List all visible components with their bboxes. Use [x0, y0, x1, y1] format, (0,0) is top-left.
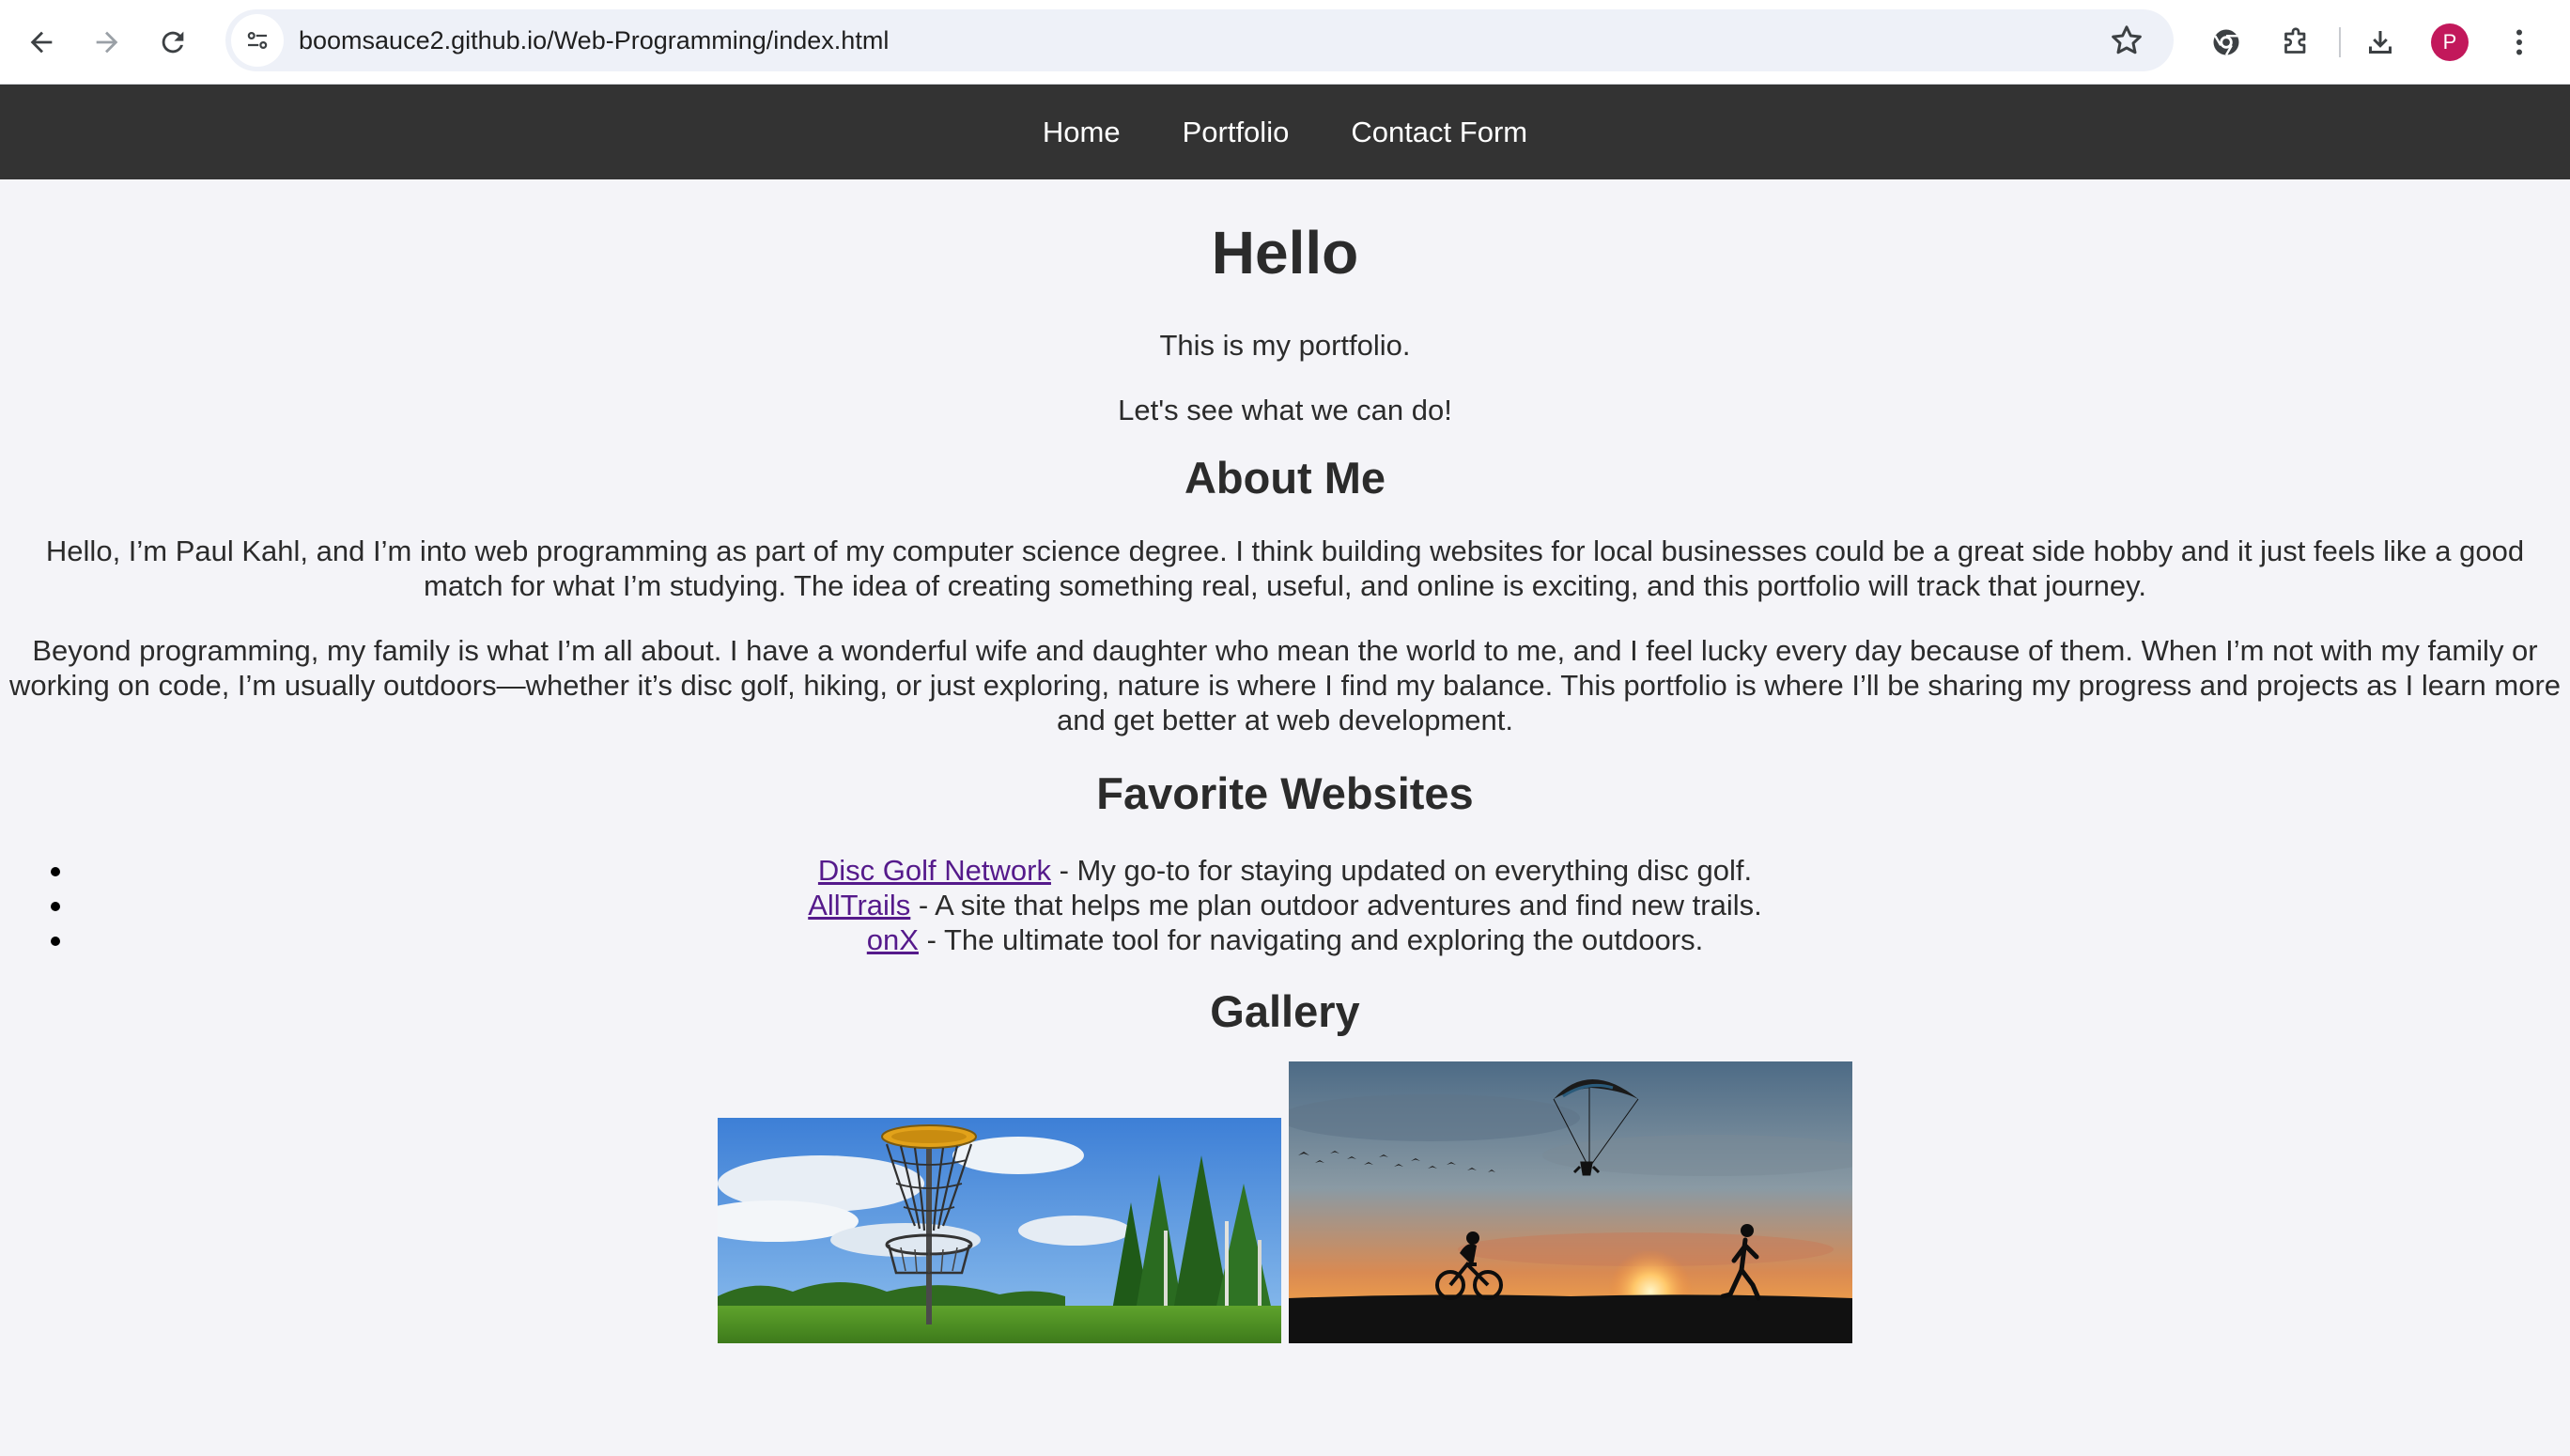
site-nav-bar: Home Portfolio Contact Form: [0, 85, 2570, 179]
profile-avatar: P: [2431, 23, 2469, 61]
list-item: Disc Golf Network - My go-to for staying…: [0, 853, 2570, 888]
back-icon: [30, 31, 53, 53]
list-item-desc: - The ultimate tool for navigating and e…: [918, 922, 1704, 956]
download-icon: [2369, 31, 2392, 54]
gallery: [0, 1061, 2570, 1343]
link-alltrails[interactable]: AllTrails: [808, 889, 910, 922]
forward-icon: [96, 31, 118, 53]
about-paragraph-2: Beyond programming, my family is what I’…: [8, 634, 2562, 737]
page-title: Hello: [1211, 219, 1359, 287]
disc-golf-basket-photo: [718, 1117, 1281, 1343]
link-disc-golf-network[interactable]: Disc Golf Network: [818, 854, 1051, 887]
url-text[interactable]: boomsauce2.github.io/Web-Programming/ind…: [299, 26, 889, 55]
chrome-labs-icon: [2213, 29, 2239, 56]
extensions-icon: [2284, 27, 2306, 54]
toolbar-separator: [2339, 27, 2341, 57]
back-button[interactable]: [13, 14, 70, 70]
forward-button[interactable]: [79, 14, 135, 70]
about-heading: About Me: [1184, 452, 1386, 503]
page-content: Hello This is my portfolio. Let's see wh…: [0, 179, 2570, 1343]
about-paragraph-1: Hello, I’m Paul Kahl, and I’m into web p…: [45, 534, 2525, 603]
nav-link-home[interactable]: Home: [1043, 116, 1121, 149]
list-item: AllTrails - A site that helps me plan ou…: [0, 888, 2570, 922]
favorites-heading: Favorite Websites: [1096, 768, 1474, 819]
menu-kebab-icon: [2516, 29, 2522, 55]
chrome-labs-button[interactable]: [2198, 14, 2254, 70]
intro-line-2: Let's see what we can do!: [1118, 393, 1452, 426]
list-item: onX - The ultimate tool for navigating a…: [0, 922, 2570, 957]
site-info-icon: [247, 31, 268, 49]
sunset-paraglider-photo: [1289, 1061, 1852, 1343]
link-onx[interactable]: onX: [867, 923, 919, 956]
bookmark-star-icon[interactable]: [2108, 22, 2145, 59]
list-item-desc: - A site that helps me plan outdoor adve…: [910, 888, 1762, 922]
downloads-button[interactable]: [2352, 14, 2408, 70]
reload-button[interactable]: [145, 14, 201, 70]
favorites-list: Disc Golf Network - My go-to for staying…: [0, 853, 2570, 957]
gallery-heading: Gallery: [1210, 985, 1360, 1036]
address-bar[interactable]: boomsauce2.github.io/Web-Programming/ind…: [225, 9, 2174, 71]
intro-line-1: This is my portfolio.: [1159, 328, 1411, 362]
menu-button[interactable]: [2491, 14, 2547, 70]
nav-link-portfolio[interactable]: Portfolio: [1183, 116, 1290, 149]
list-item-desc: - My go-to for staying updated on everyt…: [1050, 853, 1753, 887]
browser-toolbar: boomsauce2.github.io/Web-Programming/ind…: [0, 0, 2570, 85]
extensions-button[interactable]: [2268, 14, 2324, 70]
reload-icon: [162, 31, 184, 53]
profile-button[interactable]: P: [2422, 14, 2478, 70]
toolbar-actions: P: [2198, 11, 2561, 73]
nav-link-contact-form[interactable]: Contact Form: [1351, 116, 1527, 149]
site-info-button[interactable]: [231, 14, 284, 67]
